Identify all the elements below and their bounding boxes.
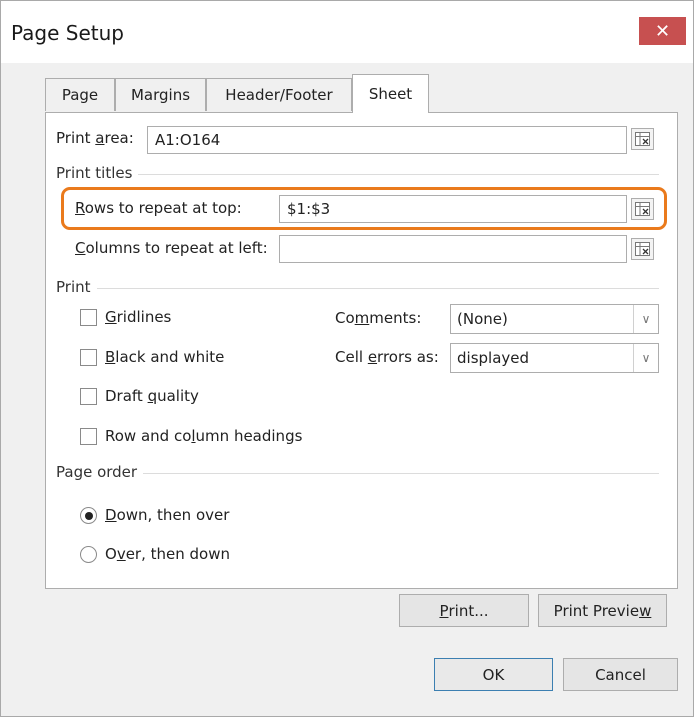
cancel-button[interactable]: Cancel bbox=[563, 658, 678, 691]
print-divider bbox=[61, 288, 659, 289]
print-area-range-button[interactable] bbox=[631, 128, 654, 150]
cell-errors-value: displayed bbox=[457, 349, 530, 367]
print-area-input[interactable]: A1:O164 bbox=[147, 126, 627, 154]
print-titles-divider bbox=[61, 174, 659, 175]
tab-page-label: Page bbox=[61, 86, 99, 104]
down-then-over-radio[interactable] bbox=[80, 507, 97, 524]
gridlines-label[interactable]: Gridlines bbox=[105, 308, 171, 326]
close-icon: ✕ bbox=[654, 20, 671, 42]
columns-range-button[interactable] bbox=[631, 238, 654, 260]
print-preview-button[interactable]: Print Previe w bbox=[538, 594, 667, 627]
tab-page[interactable]: Page bbox=[45, 78, 115, 111]
tab-sheet-label: Sheet bbox=[368, 85, 413, 103]
black-and-white-label[interactable]: Black and white bbox=[105, 348, 224, 366]
rows-to-repeat-value: $1:$3 bbox=[287, 200, 331, 218]
columns-to-repeat-input[interactable] bbox=[279, 235, 627, 263]
chevron-down-icon[interactable]: ∨ bbox=[633, 344, 658, 372]
print-button[interactable]: Print... bbox=[399, 594, 529, 627]
tab-sheet[interactable]: Sheet bbox=[352, 74, 429, 113]
print-area-value: A1:O164 bbox=[155, 131, 221, 149]
draft-quality-checkbox[interactable] bbox=[80, 388, 97, 405]
print-titles-heading: Print titles bbox=[56, 164, 139, 182]
black-and-white-checkbox[interactable] bbox=[80, 349, 97, 366]
page-setup-dialog: Page Setup ✕ Page Margins Header/Footer … bbox=[0, 0, 694, 717]
rows-to-repeat-label: Rows to repeat at top: bbox=[75, 199, 242, 217]
over-then-down-radio[interactable] bbox=[80, 546, 97, 563]
tab-header-footer[interactable]: Header/Footer bbox=[206, 78, 352, 111]
cell-errors-select[interactable]: displayed ∨ bbox=[450, 343, 659, 373]
page-order-divider bbox=[61, 473, 659, 474]
gridlines-checkbox[interactable] bbox=[80, 309, 97, 326]
over-then-down-label[interactable]: Over, then down bbox=[105, 545, 230, 563]
range-collapse-icon bbox=[635, 202, 650, 216]
comments-select[interactable]: (None) ∨ bbox=[450, 304, 659, 334]
columns-to-repeat-label: Columns to repeat at left: bbox=[75, 239, 268, 257]
radio-selected-dot bbox=[84, 511, 93, 520]
title-bar: Page Setup ✕ bbox=[1, 1, 693, 63]
tab-margins[interactable]: Margins bbox=[115, 78, 206, 111]
dialog-title: Page Setup bbox=[11, 21, 124, 45]
down-then-over-label[interactable]: Down, then over bbox=[105, 506, 229, 524]
cell-errors-label: Cell errors as: bbox=[335, 348, 439, 366]
range-collapse-icon bbox=[635, 242, 650, 256]
print-area-label: Print area: bbox=[56, 129, 134, 147]
row-column-headings-label[interactable]: Row and column headings bbox=[105, 427, 302, 445]
comments-label: Comments: bbox=[335, 309, 422, 327]
rows-to-repeat-input[interactable]: $1:$3 bbox=[279, 195, 627, 223]
print-heading: Print bbox=[56, 278, 97, 296]
ok-button[interactable]: OK bbox=[434, 658, 553, 691]
range-collapse-icon bbox=[635, 132, 650, 146]
row-column-headings-checkbox[interactable] bbox=[80, 428, 97, 445]
comments-value: (None) bbox=[457, 310, 508, 328]
tab-margins-label: Margins bbox=[130, 86, 191, 104]
tab-header-footer-label: Header/Footer bbox=[225, 86, 333, 104]
draft-quality-label[interactable]: Draft quality bbox=[105, 387, 199, 405]
rows-range-button[interactable] bbox=[631, 198, 654, 220]
chevron-down-icon[interactable]: ∨ bbox=[633, 305, 658, 333]
close-button[interactable]: ✕ bbox=[639, 17, 686, 45]
page-order-heading: Page order bbox=[56, 463, 144, 481]
